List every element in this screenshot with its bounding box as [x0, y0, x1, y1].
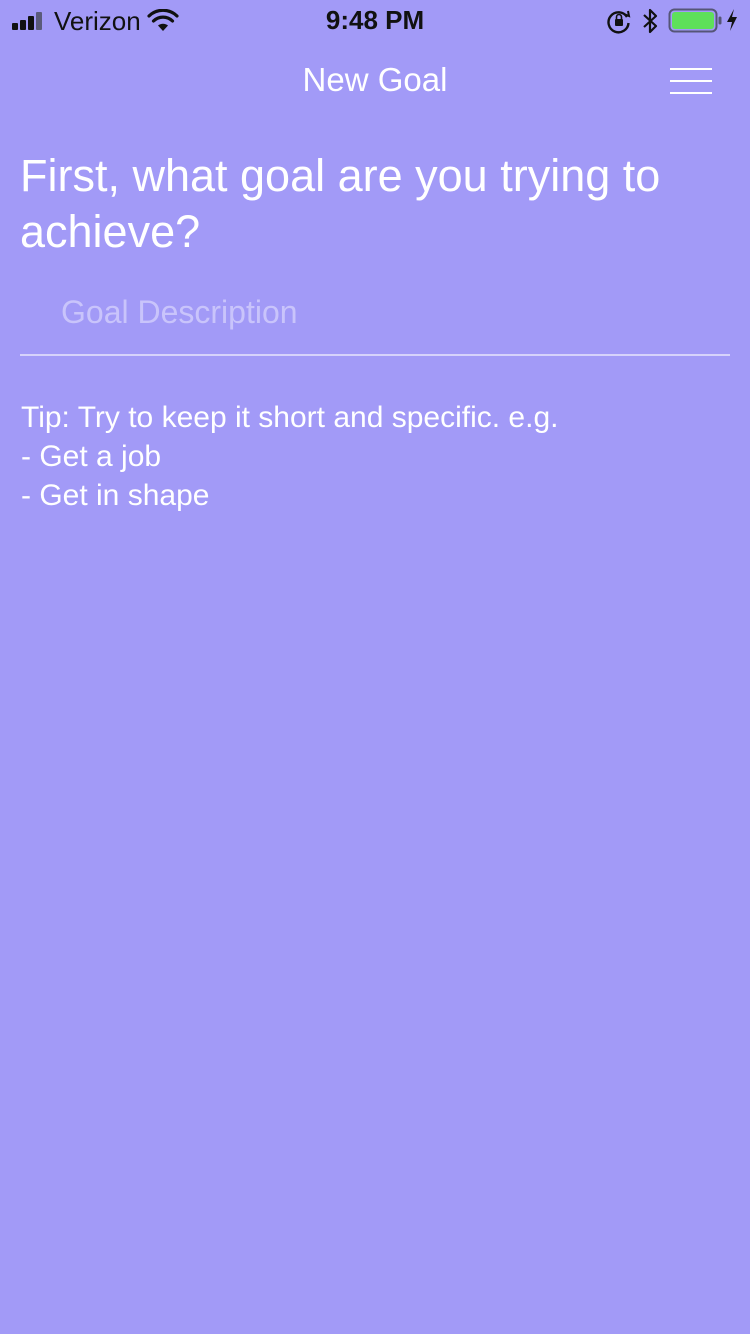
status-time: 9:48 PM — [325, 5, 425, 35]
goal-question: First, what goal are you trying to achie… — [20, 150, 661, 257]
hamburger-menu-icon[interactable] — [664, 62, 718, 100]
orientation-lock-icon — [606, 8, 632, 39]
tip-text: Tip: Try to keep it short and specific. … — [21, 398, 731, 515]
battery-icon — [668, 8, 724, 39]
bluetooth-icon — [642, 7, 658, 40]
charging-bolt-icon — [725, 8, 739, 37]
goal-description-input[interactable] — [20, 280, 730, 344]
tip-example: - Get a job — [21, 440, 162, 473]
page-title: New Goal — [302, 61, 448, 98]
tip-line: Tip: Try to keep it short and specific. … — [21, 401, 559, 434]
input-underline — [20, 354, 730, 356]
status-bar: Verizon 9:48 PM — [0, 0, 750, 40]
tip-example: - Get in shape — [21, 479, 210, 512]
